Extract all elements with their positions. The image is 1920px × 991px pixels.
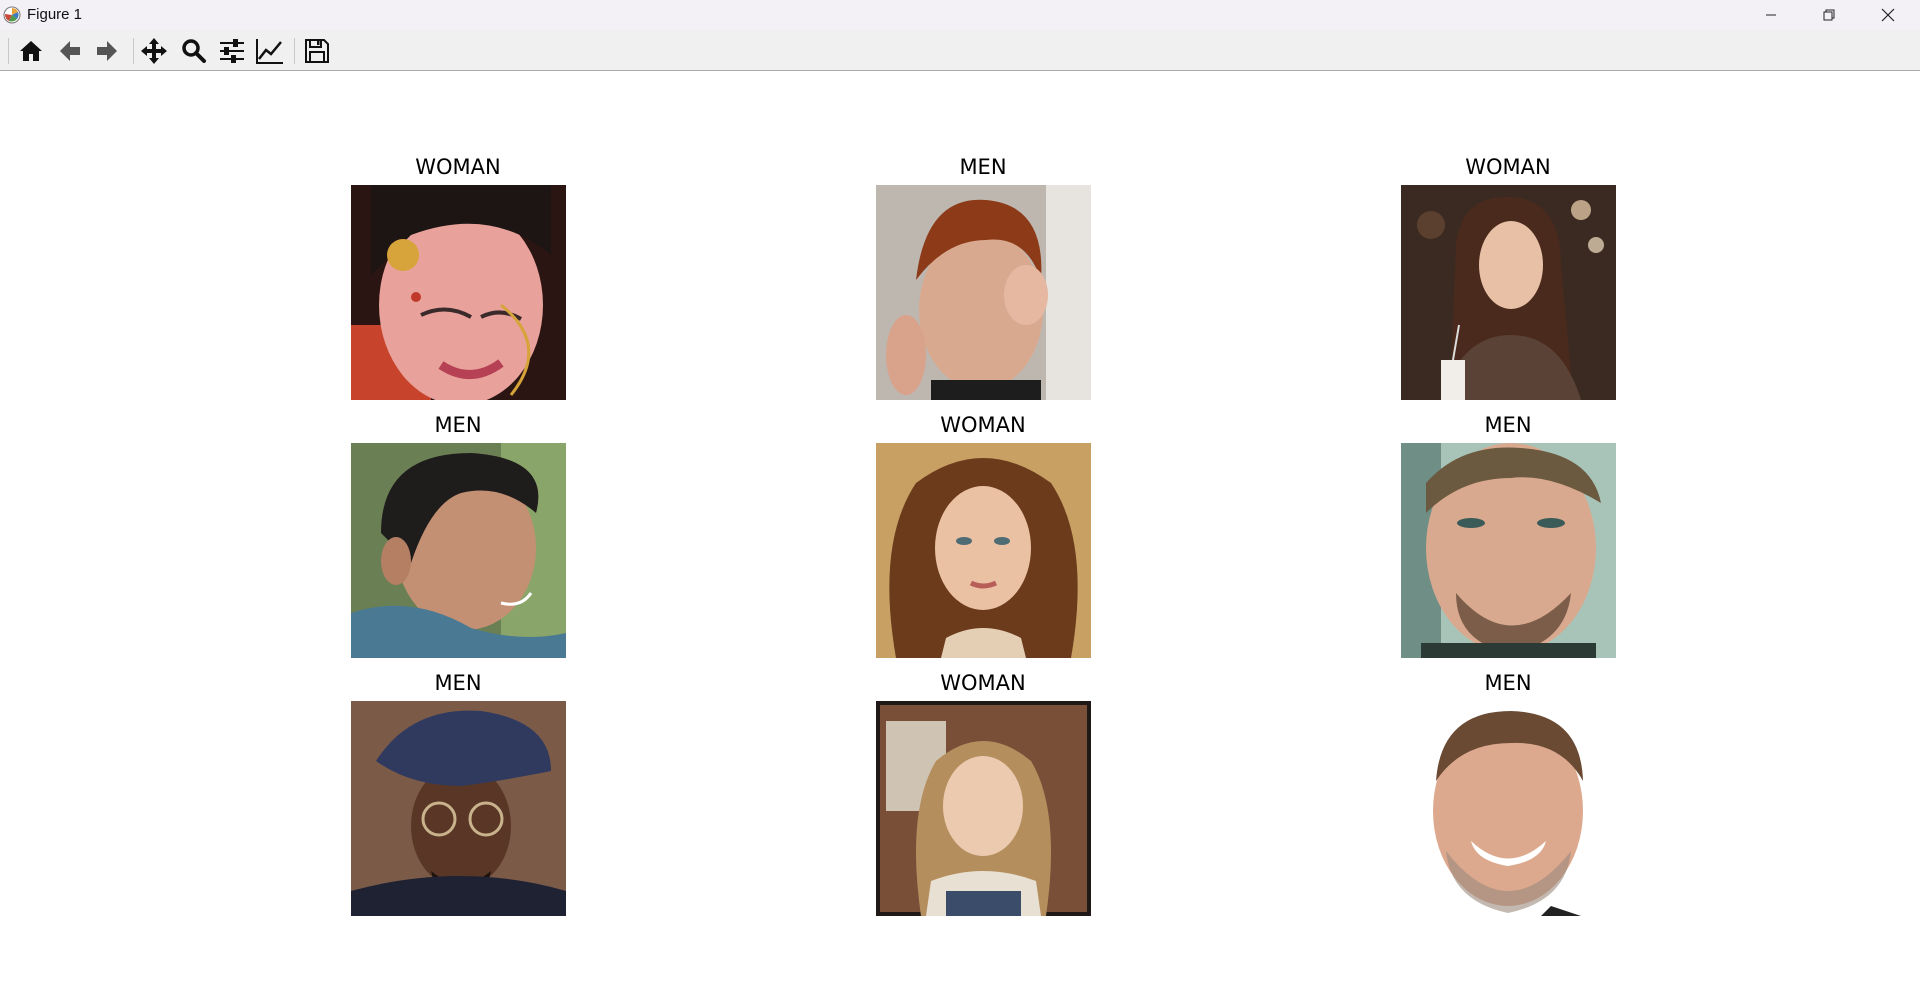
restore-button[interactable] <box>1800 0 1858 30</box>
portrait-image <box>351 443 566 658</box>
figure-canvas[interactable]: WOMAN MEN WOMAN MEN WOMAN MEN MEN WOMAN … <box>0 71 1920 991</box>
home-icon <box>20 41 42 61</box>
save-button[interactable] <box>301 35 333 67</box>
sliders-icon <box>220 39 244 63</box>
floppy-disk-icon <box>305 39 329 63</box>
line-chart-icon <box>256 39 283 64</box>
move-icon <box>141 38 167 64</box>
portrait-image <box>351 185 566 400</box>
portrait-image <box>1401 443 1616 658</box>
home-button[interactable] <box>15 35 47 67</box>
portrait-image <box>876 443 1091 658</box>
portrait-image <box>876 185 1091 400</box>
matplotlib-icon <box>3 6 21 24</box>
portrait-image <box>1401 185 1616 400</box>
subplot-title: WOMAN <box>415 155 501 179</box>
portrait-image <box>876 701 1091 916</box>
window-title: Figure 1 <box>27 6 83 23</box>
pan-button[interactable] <box>138 35 170 67</box>
minimize-button[interactable] <box>1742 0 1800 30</box>
back-button[interactable] <box>54 35 86 67</box>
subplot-title: MEN <box>1484 671 1532 695</box>
portrait-image <box>1401 701 1616 916</box>
arrow-right-icon <box>97 41 117 61</box>
edit-axis-button[interactable] <box>254 35 286 67</box>
zoom-button[interactable] <box>178 35 210 67</box>
portrait-image <box>351 701 566 916</box>
configure-subplots-button[interactable] <box>216 35 248 67</box>
arrow-left-icon <box>60 41 80 61</box>
subplot-title: MEN <box>959 155 1007 179</box>
subplot-title: MEN <box>434 413 482 437</box>
search-icon <box>182 39 206 63</box>
toolbar-separator <box>294 38 295 64</box>
minimize-icon <box>1766 14 1776 16</box>
close-button[interactable] <box>1859 0 1917 30</box>
navigation-toolbar <box>0 30 1920 71</box>
subplot-title: MEN <box>434 671 482 695</box>
forward-button[interactable] <box>91 35 123 67</box>
subplot-title: WOMAN <box>1465 155 1551 179</box>
subplot-title: MEN <box>1484 413 1532 437</box>
restore-icon <box>1823 9 1835 21</box>
toolbar-separator <box>133 38 134 64</box>
title-bar: Figure 1 <box>0 0 1920 30</box>
toolbar-separator <box>8 38 9 64</box>
subplot-title: WOMAN <box>940 671 1026 695</box>
subplot-title: WOMAN <box>940 413 1026 437</box>
close-icon <box>1881 8 1895 22</box>
